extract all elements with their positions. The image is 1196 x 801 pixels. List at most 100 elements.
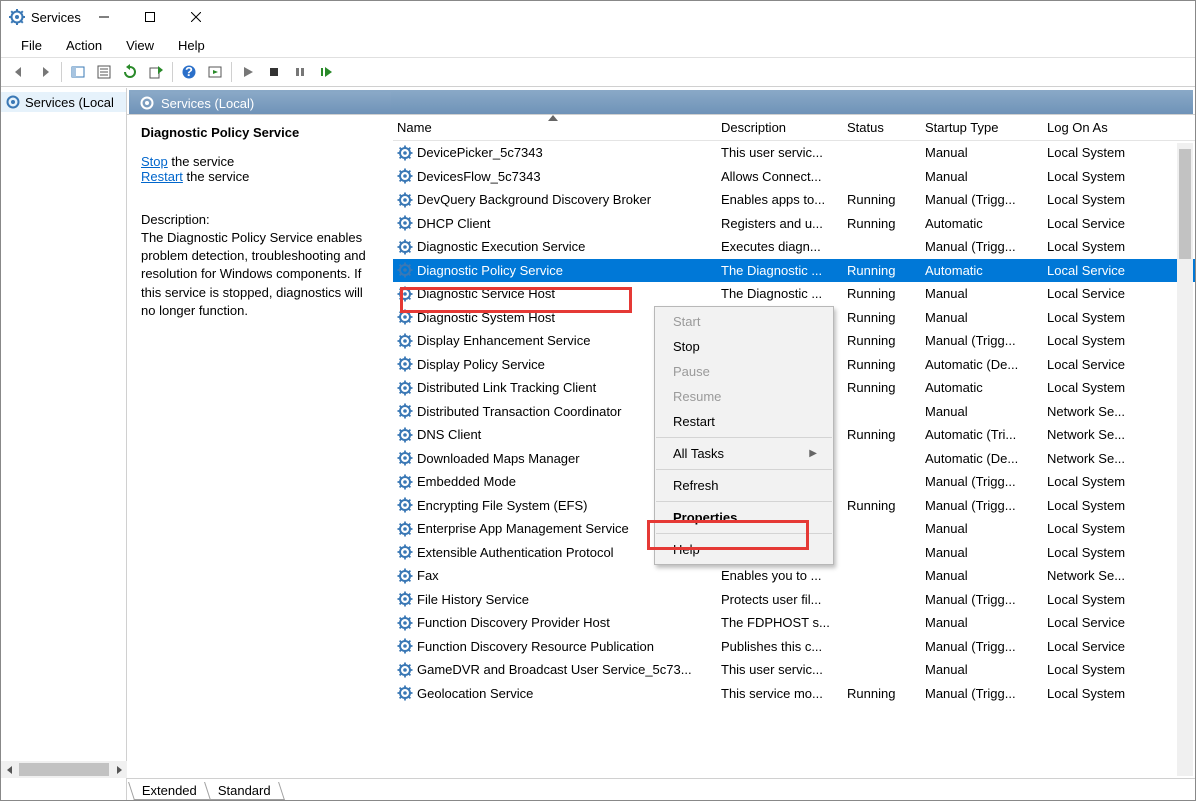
service-startup: Manual (Trigg...: [917, 192, 1039, 207]
service-startup: Automatic: [917, 216, 1039, 231]
service-status: Running: [839, 333, 917, 348]
restart-service-button[interactable]: [314, 60, 338, 84]
service-row[interactable]: Function Discovery Resource Publication P…: [393, 635, 1195, 659]
service-row[interactable]: DHCP ClientRegisters and u...RunningAuto…: [393, 212, 1195, 236]
run-button[interactable]: [203, 60, 227, 84]
app-icon: [9, 9, 25, 25]
toolbar: ?: [1, 57, 1195, 87]
service-name: Display Enhancement Service: [417, 333, 590, 348]
menu-file[interactable]: File: [11, 36, 52, 55]
service-startup: Manual: [917, 310, 1039, 325]
service-row[interactable]: Diagnostic Policy ServiceThe Diagnostic …: [393, 259, 1195, 283]
service-name: Embedded Mode: [417, 474, 516, 489]
context-menu-refresh[interactable]: Refresh: [655, 473, 833, 498]
show-hide-tree-button[interactable]: [66, 60, 90, 84]
service-startup: Automatic (Tri...: [917, 427, 1039, 442]
column-headers: Name Description Status Startup Type Log…: [393, 115, 1195, 141]
back-button[interactable]: [7, 60, 31, 84]
bottom-tabs: Extended Standard: [127, 778, 1195, 800]
col-description[interactable]: Description: [713, 116, 839, 139]
service-row[interactable]: GameDVR and Broadcast User Service_5c73.…: [393, 658, 1195, 682]
scroll-left-button[interactable]: [1, 761, 18, 778]
gear-icon: [397, 168, 413, 184]
context-menu: StartStopPauseResumeRestartAll Tasks▶Ref…: [654, 306, 834, 565]
service-logon: Local System: [1039, 545, 1169, 560]
service-row[interactable]: FaxEnables you to ...ManualNetwork Se...: [393, 564, 1195, 588]
context-menu-all-tasks[interactable]: All Tasks▶: [655, 441, 833, 466]
stop-link[interactable]: Stop: [141, 154, 168, 169]
description-text: The Diagnostic Policy Service enables pr…: [141, 229, 379, 320]
context-menu-help[interactable]: Help: [655, 537, 833, 562]
service-row[interactable]: Function Discovery Provider HostThe FDPH…: [393, 611, 1195, 635]
svg-text:?: ?: [185, 64, 193, 79]
service-row[interactable]: DevQuery Background Discovery BrokerEnab…: [393, 188, 1195, 212]
forward-button[interactable]: [33, 60, 57, 84]
tab-extended[interactable]: Extended: [128, 782, 211, 800]
export-button[interactable]: [144, 60, 168, 84]
service-status: Running: [839, 498, 917, 513]
minimize-button[interactable]: [81, 1, 127, 33]
service-logon: Local System: [1039, 333, 1169, 348]
close-button[interactable]: [173, 1, 219, 33]
service-startup: Manual (Trigg...: [917, 498, 1039, 513]
col-startup[interactable]: Startup Type: [917, 116, 1039, 139]
menu-action[interactable]: Action: [56, 36, 112, 55]
service-row[interactable]: Diagnostic Execution ServiceExecutes dia…: [393, 235, 1195, 259]
scroll-right-button[interactable]: [110, 761, 127, 778]
service-status: Running: [839, 427, 917, 442]
service-row[interactable]: File History ServiceProtects user fil...…: [393, 588, 1195, 612]
service-row[interactable]: DevicePicker_5c7343This user servic...Ma…: [393, 141, 1195, 165]
service-logon: Local System: [1039, 310, 1169, 325]
gear-icon: [397, 497, 413, 513]
col-name[interactable]: Name: [393, 116, 713, 139]
tree-root-services[interactable]: Services (Local: [1, 92, 126, 112]
restart-link[interactable]: Restart: [141, 169, 183, 184]
service-status: Running: [839, 216, 917, 231]
service-name: File History Service: [417, 592, 529, 607]
service-startup: Manual (Trigg...: [917, 639, 1039, 654]
service-description: Publishes this c...: [713, 639, 839, 654]
service-status: Running: [839, 380, 917, 395]
restart-suffix: the service: [183, 169, 249, 184]
service-name: Extensible Authentication Protocol: [417, 545, 614, 560]
horizontal-scrollbar[interactable]: [1, 761, 127, 778]
tab-services-local[interactable]: Services (Local): [131, 92, 391, 114]
service-status: Running: [839, 310, 917, 325]
maximize-button[interactable]: [127, 1, 173, 33]
help-button[interactable]: ?: [177, 60, 201, 84]
menu-view[interactable]: View: [116, 36, 164, 55]
service-row[interactable]: Geolocation ServiceThis service mo...Run…: [393, 682, 1195, 706]
service-startup: Manual: [917, 404, 1039, 419]
service-logon: Local System: [1039, 192, 1169, 207]
service-logon: Local System: [1039, 380, 1169, 395]
service-startup: Manual: [917, 286, 1039, 301]
service-row[interactable]: Diagnostic Service Host The Diagnostic ..…: [393, 282, 1195, 306]
context-menu-properties[interactable]: Properties: [655, 505, 833, 530]
stop-service-button[interactable]: [262, 60, 286, 84]
context-menu-stop[interactable]: Stop: [655, 334, 833, 359]
service-startup: Manual (Trigg...: [917, 592, 1039, 607]
menu-help[interactable]: Help: [168, 36, 215, 55]
context-menu-restart[interactable]: Restart: [655, 409, 833, 434]
service-name: Function Discovery Resource Publication: [417, 639, 654, 654]
gear-icon: [397, 685, 413, 701]
service-name: Diagnostic System Host: [417, 310, 555, 325]
service-name: Distributed Transaction Coordinator: [417, 404, 622, 419]
pause-service-button[interactable]: [288, 60, 312, 84]
col-logon[interactable]: Log On As: [1039, 116, 1169, 139]
tab-standard[interactable]: Standard: [204, 782, 285, 800]
gear-icon: [397, 521, 413, 537]
col-status[interactable]: Status: [839, 116, 917, 139]
service-logon: Local System: [1039, 592, 1169, 607]
properties-button[interactable]: [92, 60, 116, 84]
service-name: Diagnostic Service Host: [417, 286, 555, 301]
scroll-thumb[interactable]: [1179, 149, 1191, 259]
start-service-button[interactable]: [236, 60, 260, 84]
gear-icon: [397, 309, 413, 325]
vertical-scrollbar[interactable]: [1177, 143, 1193, 776]
refresh-button[interactable]: [118, 60, 142, 84]
gear-icon: [397, 286, 413, 302]
service-description: The Diagnostic ...: [713, 286, 839, 301]
gear-icon: [397, 638, 413, 654]
service-row[interactable]: DevicesFlow_5c7343Allows Connect...Manua…: [393, 165, 1195, 189]
